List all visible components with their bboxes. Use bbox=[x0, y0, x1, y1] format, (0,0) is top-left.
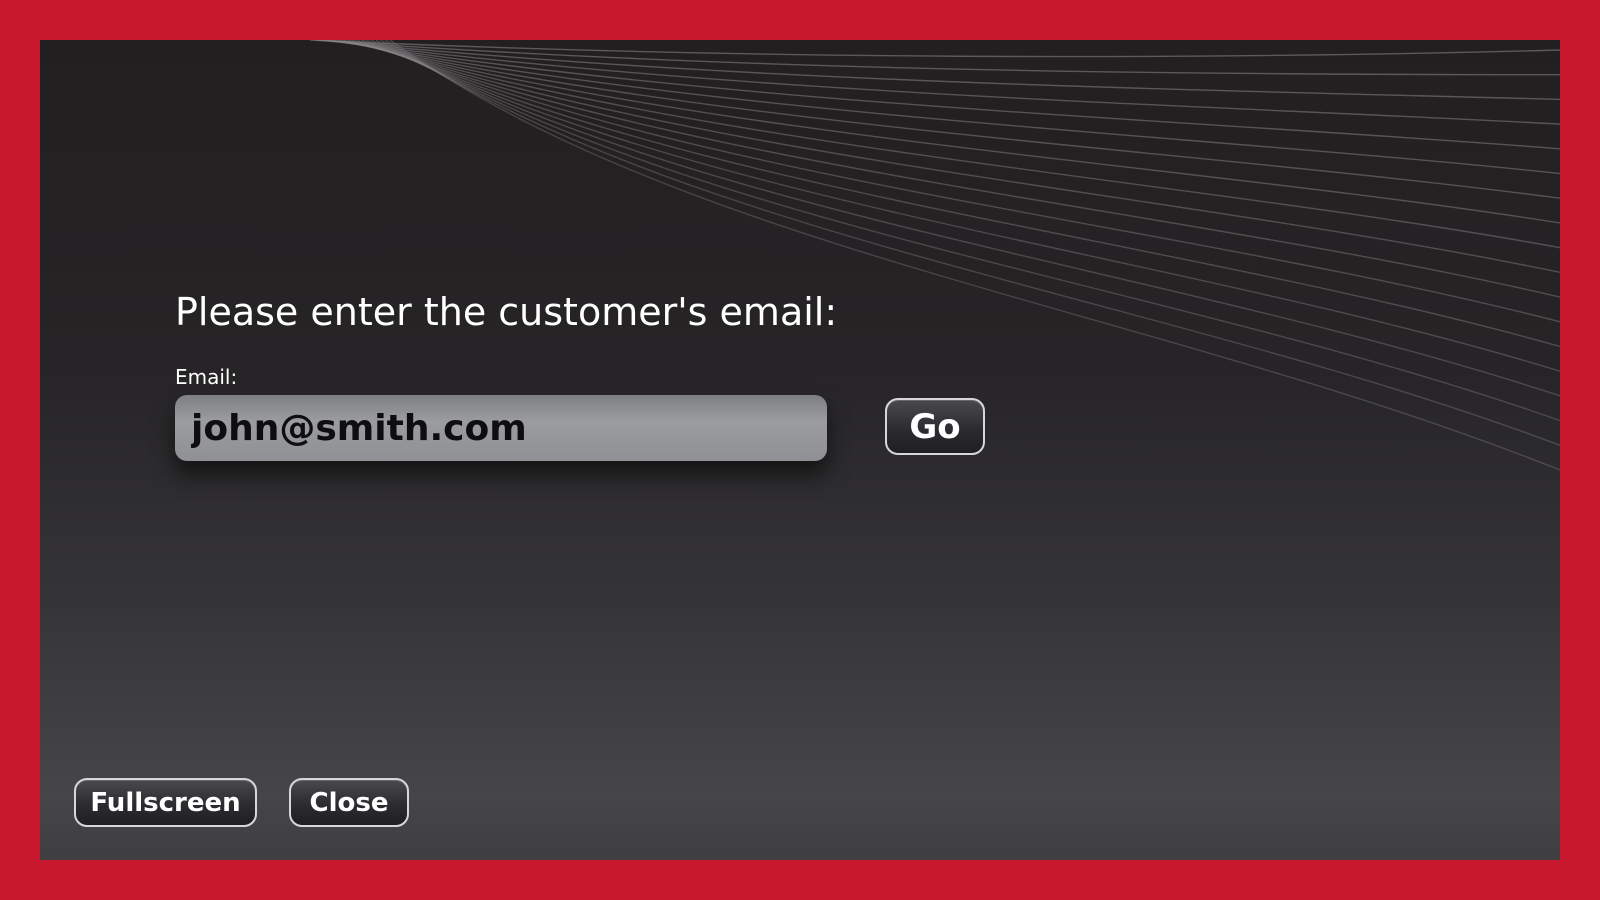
wave-line bbox=[314, 40, 1560, 76]
email-input[interactable] bbox=[175, 395, 827, 461]
email-label: Email: bbox=[175, 365, 238, 389]
app-window: Please enter the customer's email: Email… bbox=[40, 40, 1560, 860]
wave-line bbox=[324, 40, 1560, 125]
go-button[interactable]: Go bbox=[885, 398, 985, 455]
close-button[interactable]: Close bbox=[289, 778, 409, 827]
wave-line bbox=[342, 40, 1560, 224]
wave-line bbox=[380, 40, 1560, 422]
wave-line bbox=[361, 40, 1560, 323]
wave-line bbox=[352, 40, 1560, 274]
wave-line bbox=[347, 40, 1560, 249]
wave-line bbox=[309, 40, 1560, 58]
wave-line bbox=[338, 40, 1560, 199]
wave-line bbox=[375, 40, 1560, 397]
wave-line bbox=[319, 40, 1560, 101]
wave-line bbox=[356, 40, 1560, 298]
page-title: Please enter the customer's email: bbox=[175, 290, 838, 334]
fullscreen-button[interactable]: Fullscreen bbox=[74, 778, 257, 827]
wave-line bbox=[328, 40, 1560, 150]
wave-line bbox=[384, 40, 1560, 446]
wave-line bbox=[333, 40, 1560, 175]
